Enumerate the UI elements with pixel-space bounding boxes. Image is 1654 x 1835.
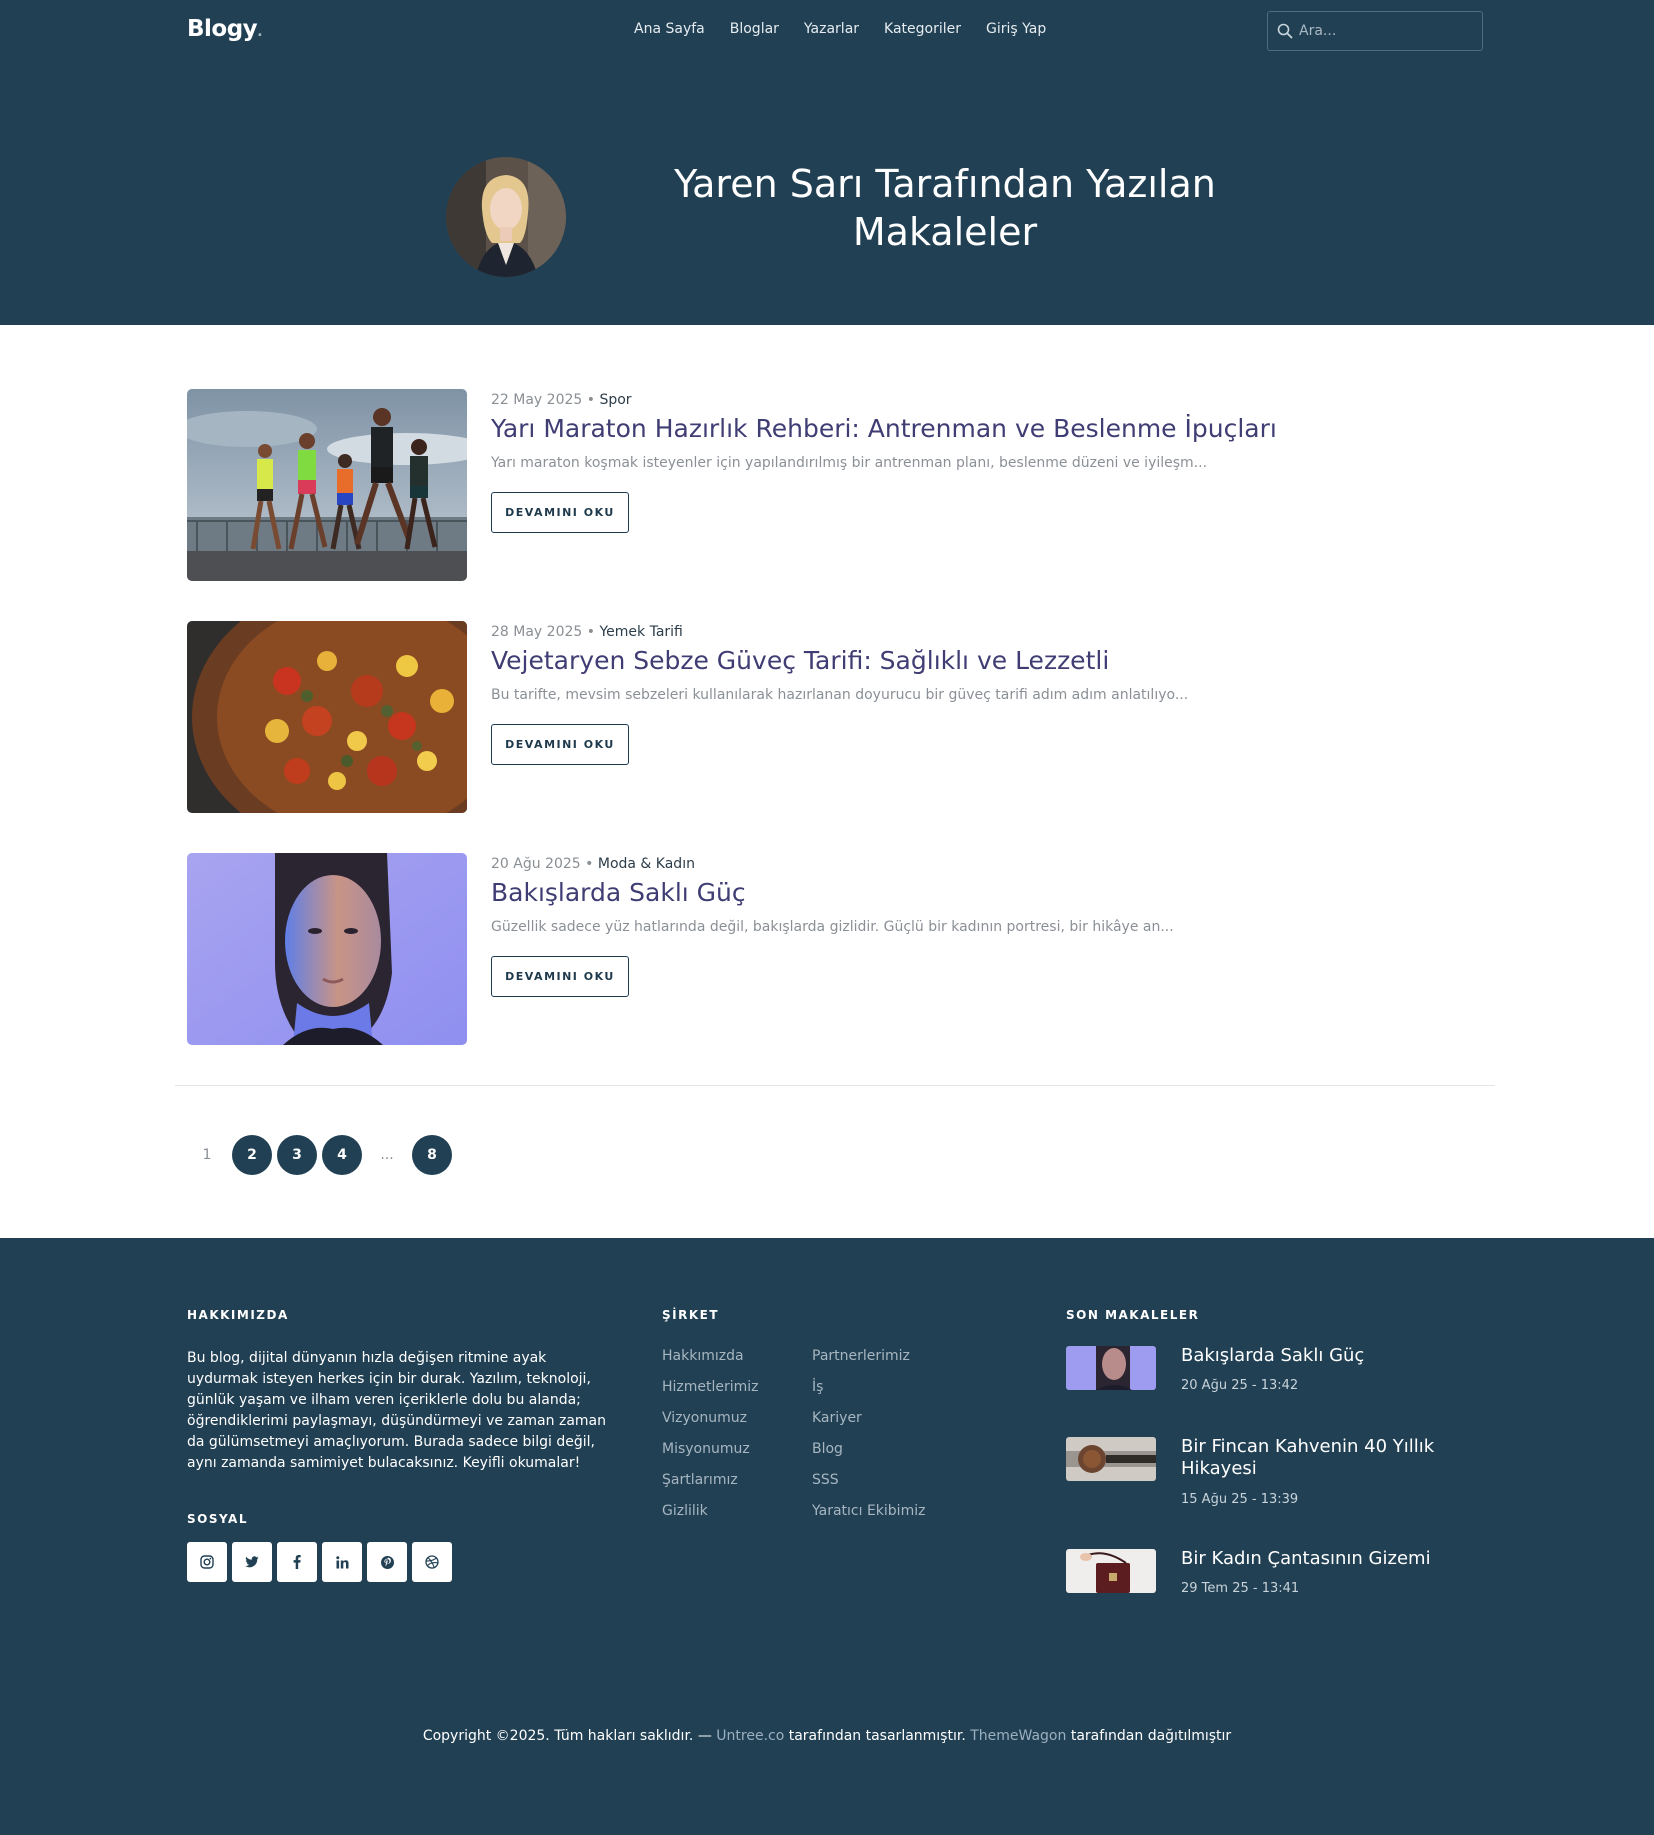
article-image-stew[interactable] [187, 621, 467, 813]
article-date: 28 May 2025 [491, 624, 583, 640]
article-date: 22 May 2025 [491, 392, 583, 408]
company-heading: ŞİRKET [662, 1308, 720, 1322]
article-card: 22 May 2025 • Spor Yarı Maraton Hazırlık… [187, 389, 1487, 581]
themewagon-link[interactable]: ThemeWagon [970, 1728, 1066, 1744]
read-more-button[interactable]: DEVAMINI OKU [491, 724, 629, 765]
footer-link[interactable]: Hakkımızda [662, 1346, 759, 1377]
page-link-last[interactable]: 8 [412, 1135, 452, 1175]
recent-heading: SON MAKALELER [1066, 1308, 1200, 1322]
article-image-runners[interactable] [187, 389, 467, 581]
facebook-icon[interactable] [277, 1542, 317, 1582]
recent-post-date: 20 Ağu 25 - 13:42 [1181, 1378, 1299, 1393]
article-title[interactable]: Vejetaryen Sebze Güveç Tarifi: Sağlıklı … [491, 646, 1109, 675]
article-excerpt: Güzellik sadece yüz hatlarında değil, ba… [491, 919, 1174, 935]
footer-link[interactable]: Partnerlerimiz [812, 1346, 925, 1377]
nav-item-home[interactable]: Ana Sayfa [634, 21, 705, 37]
footer-link[interactable]: Misyonumuz [662, 1439, 759, 1470]
copyright: Copyright ©2025. Tüm hakları saklıdır. —… [422, 1728, 1232, 1744]
article-date: 20 Ağu 2025 [491, 856, 581, 872]
recent-post-title[interactable]: Bakışlarda Saklı Güç [1181, 1345, 1481, 1367]
nav-item-categories[interactable]: Kategoriler [884, 21, 961, 37]
recent-post-thumb[interactable] [1066, 1346, 1156, 1390]
nav-item-login[interactable]: Giriş Yap [986, 21, 1046, 37]
about-heading: HAKKIMIZDA [187, 1308, 289, 1322]
read-more-button[interactable]: DEVAMINI OKU [491, 956, 629, 997]
recent-post-thumb[interactable] [1066, 1437, 1156, 1481]
article-card: 20 Ağu 2025 • Moda & Kadın Bakışlarda Sa… [187, 853, 1487, 1045]
company-links-col1: Hakkımızda Hizmetlerimiz Vizyonumuz Misy… [662, 1346, 759, 1532]
article-meta: 20 Ağu 2025 • Moda & Kadın [491, 856, 695, 872]
site-footer: HAKKIMIZDA Bu blog, dijital dünyanın hız… [0, 1238, 1654, 1835]
article-category[interactable]: Moda & Kadın [598, 856, 695, 872]
recent-post-date: 15 Ağu 25 - 13:39 [1181, 1492, 1299, 1507]
page-title: Yaren Sarı Tarafından Yazılan Makaleler [674, 162, 1216, 254]
article-meta: 22 May 2025 • Spor [491, 392, 632, 408]
page-link[interactable]: 4 [322, 1135, 362, 1175]
footer-link[interactable]: Kariyer [812, 1408, 925, 1439]
footer-link[interactable]: Yaratıcı Ekibimiz [812, 1501, 925, 1532]
page-current: 1 [202, 1147, 212, 1163]
article-excerpt: Bu tarifte, mevsim sebzeleri kullanılara… [491, 687, 1189, 703]
instagram-icon[interactable] [187, 1542, 227, 1582]
footer-link[interactable]: Gizlilik [662, 1501, 759, 1532]
page-link[interactable]: 3 [277, 1135, 317, 1175]
social-heading: SOSYAL [187, 1512, 248, 1526]
search-box[interactable] [1267, 11, 1483, 51]
pagination: 1 2 3 4 ... 8 [187, 1135, 457, 1175]
page-link[interactable]: 2 [232, 1135, 272, 1175]
footer-link[interactable]: Blog [812, 1439, 925, 1470]
page-ellipsis: ... [380, 1147, 394, 1163]
pinterest-icon[interactable] [367, 1542, 407, 1582]
linkedin-icon[interactable] [322, 1542, 362, 1582]
recent-post-title[interactable]: Bir Kadın Çantasının Gizemi [1181, 1548, 1481, 1570]
read-more-button[interactable]: DEVAMINI OKU [491, 492, 629, 533]
recent-post-thumb[interactable] [1066, 1549, 1156, 1593]
content-divider [175, 1085, 1495, 1086]
nav-item-authors[interactable]: Yazarlar [804, 21, 859, 37]
article-meta: 28 May 2025 • Yemek Tarifi [491, 624, 683, 640]
article-image-portrait[interactable] [187, 853, 467, 1045]
article-excerpt: Yarı maraton koşmak isteyenler için yapı… [491, 455, 1208, 471]
footer-link[interactable]: Vizyonumuz [662, 1408, 759, 1439]
footer-link[interactable]: Şartlarımız [662, 1470, 759, 1501]
dribbble-icon[interactable] [412, 1542, 452, 1582]
article-title[interactable]: Yarı Maraton Hazırlık Rehberi: Antrenman… [491, 414, 1277, 443]
recent-post-date: 29 Tem 25 - 13:41 [1181, 1581, 1300, 1596]
article-title[interactable]: Bakışlarda Saklı Güç [491, 878, 746, 907]
footer-link[interactable]: İş [812, 1377, 925, 1408]
search-input[interactable] [1299, 23, 1469, 39]
twitter-icon[interactable] [232, 1542, 272, 1582]
footer-link[interactable]: SSS [812, 1470, 925, 1501]
site-logo[interactable]: Blogy. [187, 16, 262, 42]
company-links-col2: Partnerlerimiz İş Kariyer Blog SSS Yarat… [812, 1346, 925, 1532]
recent-post-title[interactable]: Bir Fincan Kahvenin 40 Yıllık Hikayesi [1181, 1436, 1481, 1480]
nav-item-blogs[interactable]: Bloglar [730, 21, 779, 37]
article-category[interactable]: Spor [599, 392, 631, 408]
article-category[interactable]: Yemek Tarifi [599, 624, 682, 640]
main-nav: Ana Sayfa Bloglar Yazarlar Kategoriler G… [634, 21, 1071, 37]
article-card: 28 May 2025 • Yemek Tarifi Vejetaryen Se… [187, 621, 1487, 813]
untree-link[interactable]: Untree.co [716, 1728, 784, 1744]
social-links [187, 1542, 457, 1582]
hero-banner: Blogy. Ana Sayfa Bloglar Yazarlar Katego… [0, 0, 1654, 325]
about-text: Bu blog, dijital dünyanın hızla değişen … [187, 1350, 606, 1471]
author-avatar [446, 157, 566, 277]
search-icon [1277, 23, 1293, 39]
footer-link[interactable]: Hizmetlerimiz [662, 1377, 759, 1408]
